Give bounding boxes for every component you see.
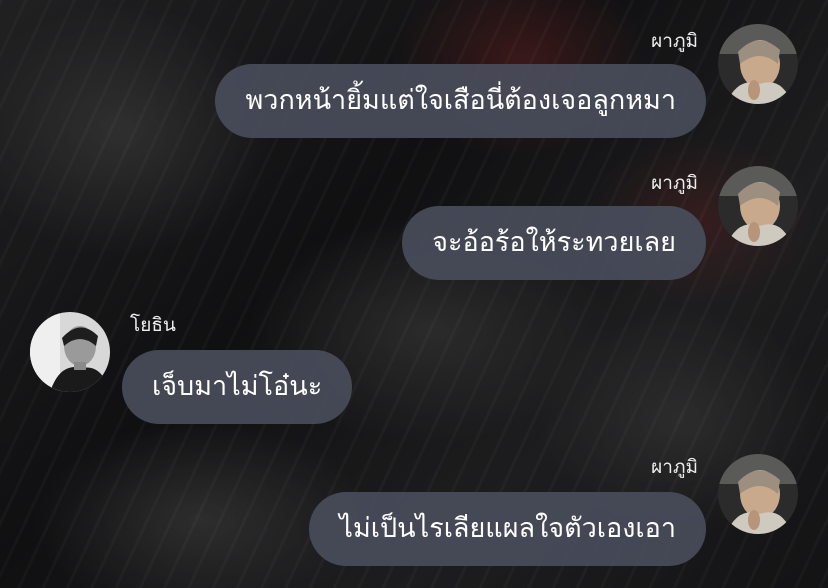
sender-name: ผาภูมิ bbox=[651, 172, 698, 194]
message-bubble[interactable]: เจ็บมาไม่โอ๋นะ bbox=[122, 350, 353, 424]
sender-name: ผาภูมิ bbox=[651, 456, 698, 478]
user-avatar[interactable] bbox=[30, 312, 110, 392]
user-avatar[interactable] bbox=[718, 24, 798, 104]
message-bubble[interactable]: ไม่เป็นไรเลียแผลใจตัวเองเอา bbox=[309, 492, 706, 566]
message-bubble[interactable]: จะอ้อร้อให้ระทวยเลย bbox=[402, 206, 706, 280]
sender-name: ผาภูมิ bbox=[651, 30, 698, 52]
user-avatar[interactable] bbox=[718, 166, 798, 246]
user-avatar[interactable] bbox=[718, 454, 798, 534]
sender-name: โยธิน bbox=[130, 314, 176, 336]
message-bubble[interactable]: พวกหน้ายิ้มแต่ใจเสือนี่ต้องเจอลูกหมา bbox=[215, 64, 706, 138]
